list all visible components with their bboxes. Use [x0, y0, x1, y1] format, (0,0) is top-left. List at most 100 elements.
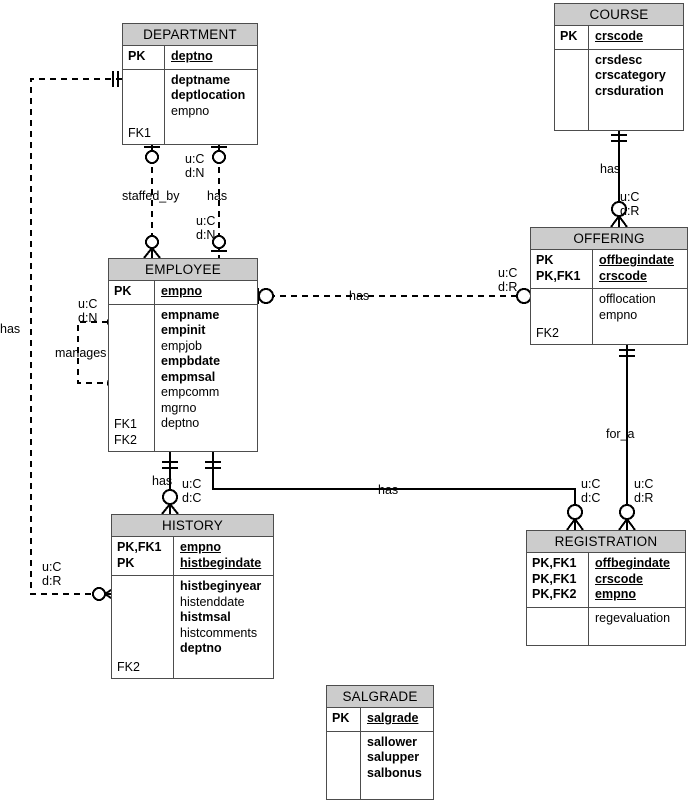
primary-key-attribute: histbegindate	[180, 555, 262, 570]
attr-tag: FK2	[117, 659, 140, 674]
entity-title: OFFERING	[531, 228, 687, 250]
attribute-name: crsduration	[595, 83, 664, 98]
rel-rules-has-registration: u:C d:C	[581, 477, 601, 505]
attribute-name: sallower	[367, 734, 418, 749]
rel-label-has-history-dept: has	[0, 322, 21, 336]
entity-attribute-section: FK1 FK2 empname empinit empjob empbdate empmsa…	[109, 304, 257, 453]
key-attr-column: empno histbegindate	[174, 537, 265, 575]
attribute-name: crsdesc	[595, 52, 643, 67]
attr-tag	[560, 81, 584, 97]
attr-tag	[332, 750, 356, 766]
attribute-name: deptlocation	[171, 88, 246, 102]
rel-rules-has-department: u:C d:N	[185, 152, 205, 180]
attr-tag-column: FK2	[112, 576, 174, 679]
entity-employee[interactable]: EMPLOYEE PK empno FK1 FK2 empname empinit empj…	[108, 258, 258, 452]
entity-salgrade[interactable]: SALGRADE PK salgrade sallower salupper salbo…	[326, 685, 434, 800]
entity-registration[interactable]: REGISTRATION PK,FK1 PK,FK1 PK,FK2 offbeginda…	[526, 530, 686, 646]
attr-tag: FK2	[114, 432, 137, 447]
attr-tag	[114, 324, 150, 340]
attribute-name: empname	[161, 307, 220, 322]
primary-key-attribute: salgrade	[367, 711, 419, 725]
attr-tag	[560, 112, 584, 128]
rel-label-has-registration: has	[378, 483, 399, 497]
attr-tag	[117, 644, 169, 660]
attr-tag	[560, 96, 584, 112]
key-tag-column: PK PK,FK1	[531, 250, 593, 288]
entity-attribute-section: FK2 offlocation empno	[531, 289, 687, 345]
attr-name-column: sallower salupper salbonus	[361, 732, 426, 801]
key-tag-column: PK,FK1 PK,FK1 PK,FK2	[527, 553, 589, 607]
attr-name-column: empname empinit empjob empbdate empmsal empco…	[155, 305, 224, 453]
primary-key-attribute: crscode	[595, 571, 643, 586]
entity-attribute-section: FK1 deptname deptlocation empno	[123, 69, 257, 146]
attr-tag	[114, 402, 150, 418]
entity-key-section: PK PK,FK1 offbegindate crscode	[531, 250, 687, 289]
primary-key-attribute: empno	[180, 540, 221, 554]
entity-title: HISTORY	[112, 515, 273, 537]
key-attr-column: salgrade	[361, 708, 422, 731]
attribute-name: empbdate	[161, 354, 221, 368]
entity-attribute-section: FK2 histbeginyear histenddate histmsal histc…	[112, 576, 273, 679]
rel-rules-for_a: u:C d:R	[634, 477, 654, 505]
key-attr-column: crscode	[589, 26, 647, 49]
entity-title: COURSE	[555, 4, 683, 26]
attribute-name: crscategory	[595, 68, 666, 82]
rel-rules-has-offering: u:C d:R	[498, 266, 518, 294]
attr-tag	[117, 629, 169, 645]
entity-key-section: PK empno	[109, 281, 257, 305]
entity-offering[interactable]: OFFERING PK PK,FK1 offbegindate crscode FK2 o…	[530, 227, 688, 345]
key-tag-column: PK	[109, 281, 155, 304]
attribute-name: histbeginyear	[180, 579, 262, 593]
key-tag: PK	[114, 284, 132, 298]
entity-title: REGISTRATION	[527, 531, 685, 553]
attribute-name: mgrno	[161, 400, 197, 415]
key-tag-column: PK	[327, 708, 361, 731]
attribute-name: deptname	[171, 72, 231, 87]
attr-tag	[117, 598, 169, 614]
er-diagram-canvas: staffed_by u:C d:N has u:C d:N manages u…	[0, 0, 690, 803]
entity-key-section: PK,FK1 PK,FK1 PK,FK2 offbegindate crscode emp…	[527, 553, 685, 608]
primary-key-attribute: offbegindate	[599, 253, 674, 267]
attribute-name: empno	[599, 307, 638, 322]
rel-label-has-offering: has	[349, 289, 370, 303]
rel-label-staffed_by: staffed_by	[122, 189, 180, 203]
attribute-name: histenddate	[180, 594, 245, 609]
key-tag: PK,FK1	[536, 268, 581, 283]
attr-name-column: regevaluation	[589, 608, 674, 647]
entity-course[interactable]: COURSE PK crscode crsdesc crscategory crsdur…	[554, 3, 684, 131]
rel-label-has-history-emp: has	[152, 474, 173, 488]
key-tag-column: PK	[555, 26, 589, 49]
key-tag-column: PK,FK1 PK	[112, 537, 174, 575]
rel-rules-manages: u:C d:N	[78, 297, 98, 325]
attr-name-column: offlocation empno	[593, 289, 660, 345]
key-attr-column: offbegindate crscode	[593, 250, 678, 288]
attr-tag-column	[327, 731, 361, 800]
rel-rules-has-history-emp: u:C d:C	[182, 477, 202, 505]
attribute-name: histmsal	[180, 610, 231, 624]
attr-tag	[114, 371, 150, 387]
entity-key-section: PK salgrade	[327, 708, 433, 732]
attr-name-column: deptname deptlocation empno	[165, 70, 249, 146]
rel-label-has-offering-course: has	[600, 162, 621, 176]
attr-tag: FK1	[128, 125, 151, 140]
primary-key-attribute: crscode	[599, 268, 647, 283]
attr-name-column: crsdesc crscategory crsduration	[589, 50, 670, 132]
entity-department[interactable]: DEPARTMENT PK deptno FK1 deptname deptlocati…	[122, 23, 258, 145]
attribute-name: salbonus	[367, 765, 422, 780]
attribute-name: deptno	[180, 641, 222, 655]
entity-attribute-section: sallower salupper salbonus	[327, 731, 433, 801]
key-tag-column: PK	[123, 46, 165, 69]
primary-key-attribute: empno	[161, 284, 202, 298]
attr-tag	[114, 355, 150, 371]
attribute-name: empmsal	[161, 369, 216, 384]
entity-title: DEPARTMENT	[123, 24, 257, 46]
primary-key-attribute: crscode	[595, 29, 643, 43]
entity-key-section: PK deptno	[123, 46, 257, 70]
attr-tag	[128, 95, 160, 111]
entity-history[interactable]: HISTORY PK,FK1 PK empno histbegindate FK2 his…	[111, 514, 274, 679]
attr-tag-column: FK2	[531, 289, 593, 345]
primary-key-attribute: offbegindate	[595, 556, 670, 570]
key-tag: PK,FK1	[532, 571, 577, 586]
key-tag: PK	[332, 711, 350, 725]
attribute-name: deptno	[161, 416, 200, 430]
